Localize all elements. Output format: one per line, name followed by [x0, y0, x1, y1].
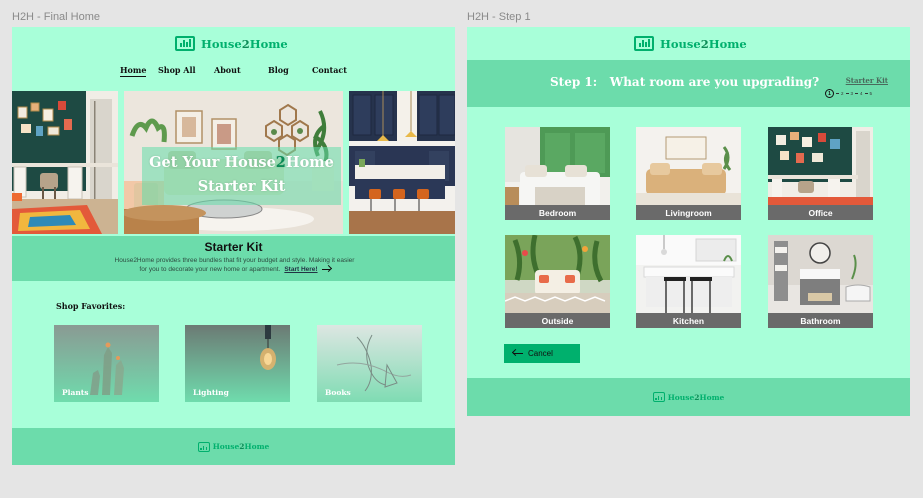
- house2home-logo-icon: [652, 392, 665, 402]
- room-card-bathroom[interactable]: Bathroom: [768, 235, 873, 328]
- nav-about[interactable]: About: [214, 65, 241, 75]
- house2home-logo-icon: [175, 36, 195, 51]
- logo-text: House2Home: [660, 36, 747, 51]
- home-footer: House2Home: [12, 428, 455, 465]
- step1-frame: House2Home Step 1: What room are you upg…: [467, 27, 910, 416]
- nav-contact[interactable]: Contact: [312, 65, 347, 75]
- footer-logo-text: House2Home: [667, 392, 725, 402]
- logo-text: House2Home: [201, 36, 288, 51]
- cancel-button[interactable]: Cancel: [504, 344, 580, 363]
- header-logo[interactable]: House2Home: [175, 36, 288, 51]
- hero-image-kitchen: [349, 91, 455, 234]
- room-label-bedroom: Bedroom: [505, 205, 610, 220]
- start-here-link[interactable]: Start Here!: [284, 266, 317, 273]
- room-label-kitchen: Kitchen: [636, 313, 741, 328]
- room-label-office: Office: [768, 205, 873, 220]
- room-card-outside[interactable]: Outside: [505, 235, 610, 328]
- arrow-left-icon: [513, 353, 523, 355]
- cancel-button-label: Cancel: [528, 349, 553, 358]
- frame-label-step1[interactable]: H2H - Step 1: [467, 11, 531, 23]
- starter-kit-description: House2Home provides three bundles that f…: [114, 257, 355, 273]
- header-logo[interactable]: House2Home: [634, 36, 747, 51]
- nav-home[interactable]: Home: [120, 65, 147, 77]
- home-frame: House2Home Home Shop All About Blog Cont…: [12, 27, 455, 465]
- hero-image-office: [12, 91, 118, 234]
- room-label-bathroom: Bathroom: [768, 313, 873, 328]
- hero-title: Get Your House2Home Starter Kit: [149, 154, 334, 195]
- starter-kit-link[interactable]: Starter Kit: [846, 76, 888, 85]
- room-label-outside: Outside: [505, 313, 610, 328]
- room-card-office[interactable]: Office: [768, 127, 873, 220]
- footer-logo-text: House2Home: [212, 442, 270, 451]
- room-card-livingroom[interactable]: Livingroom: [636, 127, 741, 220]
- step-title: Step 1: What room are you upgrading?: [550, 75, 820, 89]
- main-nav: Home Shop All About Blog Contact: [12, 65, 455, 81]
- shop-favorites-title: Shop Favorites:: [56, 301, 126, 311]
- room-card-bedroom[interactable]: Bedroom: [505, 127, 610, 220]
- house2home-logo-icon: [197, 441, 210, 452]
- room-label-livingroom: Livingroom: [636, 205, 741, 220]
- nav-shop-all[interactable]: Shop All: [158, 65, 196, 75]
- starter-kit-title: Starter Kit: [204, 240, 263, 254]
- favorite-label-plants: Plants: [62, 388, 89, 397]
- nav-blog[interactable]: Blog: [268, 65, 289, 75]
- footer-logo[interactable]: House2Home: [197, 441, 270, 452]
- step-header-band: Step 1: What room are you upgrading? Sta…: [467, 60, 910, 107]
- step-progress: 1 2 3 4 5: [825, 89, 872, 98]
- house2home-logo-icon: [634, 36, 654, 51]
- room-card-kitchen[interactable]: Kitchen: [636, 235, 741, 328]
- step-footer: House2Home: [467, 378, 910, 416]
- step-current: 1: [825, 89, 834, 98]
- favorite-card-books[interactable]: Books: [317, 325, 422, 402]
- frame-label-home[interactable]: H2H - Final Home: [12, 11, 100, 23]
- favorite-card-lighting[interactable]: Lighting: [185, 325, 290, 402]
- favorite-label-lighting: Lighting: [193, 388, 229, 397]
- favorite-label-books: Books: [325, 388, 351, 397]
- starter-kit-band: Starter Kit House2Home provides three bu…: [12, 236, 455, 281]
- arrow-right-icon[interactable]: [321, 268, 330, 270]
- hero-image-livingroom: Get Your House2Home Starter Kit: [124, 91, 343, 234]
- footer-logo[interactable]: House2Home: [652, 392, 725, 402]
- favorite-card-plants[interactable]: Plants: [54, 325, 159, 402]
